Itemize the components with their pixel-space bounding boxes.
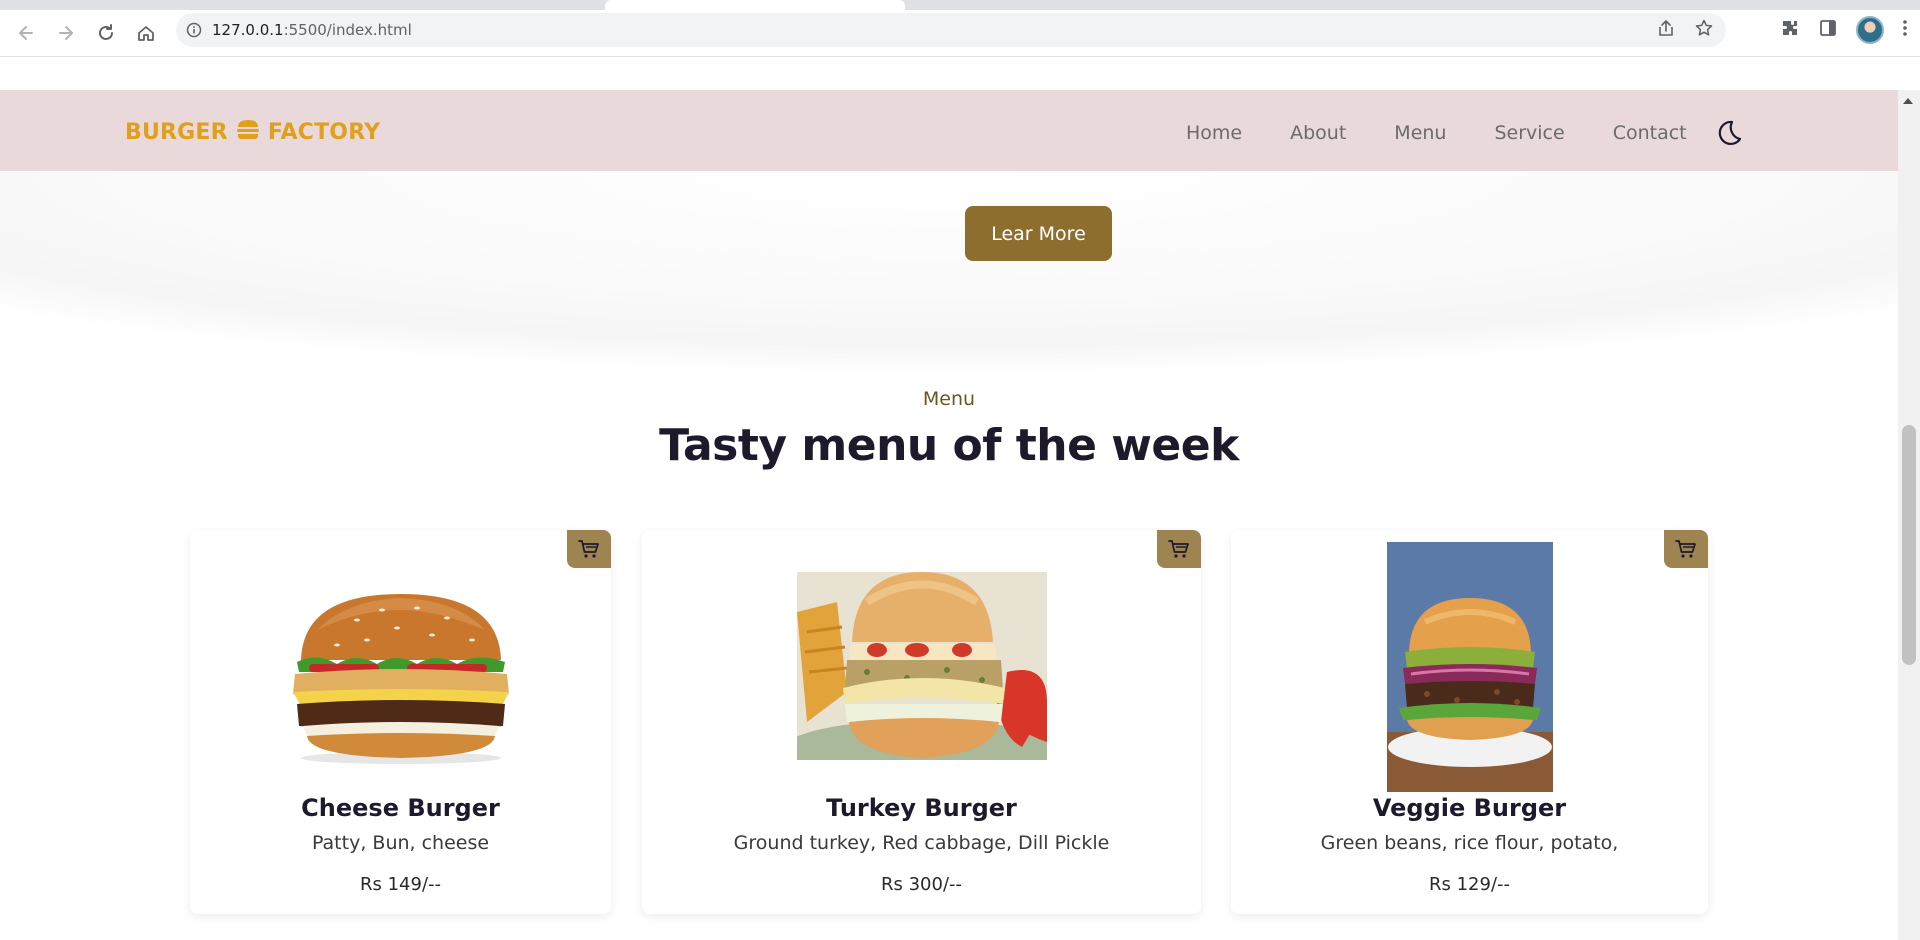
scroll-thumb[interactable] <box>1902 425 1916 665</box>
cheese-burger-image <box>287 590 515 765</box>
site-logo[interactable]: BURGER FACTORY <box>125 118 380 146</box>
menu-card-turkey-burger[interactable]: Turkey Burger Ground turkey, Red cabbage… <box>642 530 1201 914</box>
info-icon[interactable] <box>176 22 212 38</box>
tab-strip <box>0 0 1920 10</box>
reload-icon[interactable] <box>86 13 126 53</box>
item-description: Ground turkey, Red cabbage, Dill Pickle <box>733 832 1110 854</box>
item-price: Rs 129/-- <box>1428 874 1511 895</box>
nav-home[interactable]: Home <box>1186 122 1242 144</box>
star-icon[interactable] <box>1694 18 1714 42</box>
active-tab[interactable] <box>605 0 905 10</box>
nav-menu[interactable]: Menu <box>1394 122 1446 144</box>
item-name: Turkey Burger <box>826 794 1017 822</box>
add-to-cart-button[interactable] <box>1157 530 1201 568</box>
item-name: Veggie Burger <box>1372 794 1567 822</box>
site-header: BURGER FACTORY Home About Menu Service C… <box>0 90 1898 171</box>
cart-icon <box>578 540 599 558</box>
nav-service[interactable]: Service <box>1494 122 1564 144</box>
moon-icon[interactable] <box>1713 118 1743 148</box>
side-panel-icon[interactable] <box>1818 18 1838 42</box>
menu-section-subtitle: Menu <box>922 388 976 410</box>
extensions-icon[interactable] <box>1780 18 1800 42</box>
url-text: 127.0.0.1:5500/index.html <box>212 21 412 39</box>
menu-card-cheese-burger[interactable]: Cheese Burger Patty, Bun, cheese Rs 149/… <box>190 530 611 914</box>
logo-text-left: BURGER <box>125 119 228 145</box>
menu-dots-icon[interactable] <box>1902 18 1908 42</box>
item-price: Rs 300/-- <box>880 874 963 895</box>
forward-icon[interactable] <box>46 13 86 53</box>
add-to-cart-button[interactable] <box>1664 530 1708 568</box>
share-icon[interactable] <box>1656 18 1676 42</box>
profile-avatar[interactable] <box>1856 16 1884 44</box>
nav-about[interactable]: About <box>1290 122 1346 144</box>
learn-more-button[interactable]: Lear More <box>965 206 1112 261</box>
item-price: Rs 149/-- <box>359 874 442 895</box>
address-bar[interactable]: 127.0.0.1:5500/index.html <box>176 13 1726 47</box>
item-description: Patty, Bun, cheese <box>311 832 490 854</box>
item-description: Green beans, rice flour, potato, <box>1320 832 1619 854</box>
add-to-cart-button[interactable] <box>567 530 611 568</box>
logo-text-right: FACTORY <box>267 119 381 145</box>
veggie-burger-image <box>1387 542 1553 792</box>
home-icon[interactable] <box>126 13 166 53</box>
browser-toolbar: 127.0.0.1:5500/index.html <box>0 10 1920 56</box>
item-name: Cheese Burger <box>301 794 500 822</box>
nav-contact[interactable]: Contact <box>1613 122 1687 144</box>
menu-card-veggie-burger[interactable]: Veggie Burger Green beans, rice flour, p… <box>1231 530 1708 914</box>
menu-section-title: Tasty menu of the week <box>659 420 1239 471</box>
scroll-up-arrow[interactable] <box>1903 98 1913 104</box>
turkey-burger-image <box>782 572 1062 780</box>
page-scrollbar[interactable] <box>1898 90 1920 940</box>
main-nav: Home About Menu Service Contact <box>1186 118 1743 148</box>
page-viewport: BURGER FACTORY Home About Menu Service C… <box>0 90 1898 940</box>
back-icon[interactable] <box>6 13 46 53</box>
chrome-divider <box>0 56 1920 57</box>
hero-section <box>0 171 1898 411</box>
cart-icon <box>1675 540 1696 558</box>
cart-icon <box>1168 540 1189 558</box>
burger-icon <box>236 118 260 146</box>
